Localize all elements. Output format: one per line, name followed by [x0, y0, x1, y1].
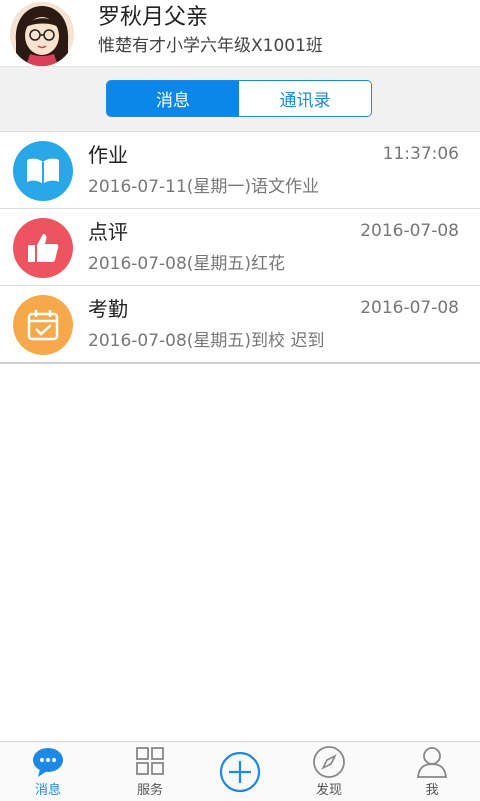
user-name: 罗秋月父亲 — [98, 5, 209, 30]
nav-messages[interactable]: 消息 — [0, 742, 96, 801]
nav-label: 服务 — [136, 783, 163, 798]
item-subtitle: 2016-07-08(星期五)红花 — [88, 254, 286, 274]
item-title: 点评 — [88, 220, 128, 244]
item-subtitle: 2016-07-08(星期五)到校 迟到 — [88, 331, 325, 351]
chat-bubble-icon — [31, 745, 65, 783]
nav-me[interactable]: 我 — [384, 742, 480, 801]
tab-messages[interactable]: 消息 — [107, 81, 239, 116]
list-item-attendance[interactable]: 考勤 2016-07-08 2016-07-08(星期五)到校 迟到 — [0, 286, 480, 364]
segmented-control: 消息 通讯录 — [106, 80, 372, 117]
item-time: 2016-07-08 — [360, 221, 459, 241]
avatar[interactable] — [10, 2, 74, 66]
nav-discover[interactable]: 发现 — [281, 742, 377, 801]
list-item-review[interactable]: 点评 2016-07-08 2016-07-08(星期五)红花 — [0, 209, 480, 286]
tab-contacts[interactable]: 通讯录 — [239, 81, 371, 116]
item-time: 11:37:06 — [382, 144, 459, 164]
tab-bar: 消息 通讯录 — [0, 67, 480, 132]
nav-label: 消息 — [34, 783, 61, 798]
thumbs-up-icon — [13, 218, 73, 278]
nav-add[interactable] — [192, 742, 288, 801]
grid-icon — [134, 745, 166, 781]
compass-icon — [312, 745, 346, 783]
item-title: 作业 — [88, 143, 128, 167]
nav-label: 发现 — [315, 783, 342, 798]
book-icon — [13, 141, 73, 201]
item-title: 考勤 — [88, 297, 128, 321]
bottom-nav: 消息 服务 发现 我 — [0, 741, 480, 801]
user-class: 惟楚有才小学六年级X1001班 — [98, 36, 323, 56]
list-item-homework[interactable]: 作业 11:37:06 2016-07-11(星期一)语文作业 — [0, 132, 480, 209]
message-list: 作业 11:37:06 2016-07-11(星期一)语文作业 点评 2016-… — [0, 132, 480, 364]
nav-label: 我 — [425, 783, 439, 798]
person-icon — [415, 745, 449, 783]
plus-circle-icon — [219, 751, 261, 797]
nav-services[interactable]: 服务 — [102, 742, 198, 801]
calendar-check-icon — [13, 295, 73, 355]
item-time: 2016-07-08 — [360, 298, 459, 318]
item-subtitle: 2016-07-11(星期一)语文作业 — [88, 177, 320, 197]
profile-header: 罗秋月父亲 惟楚有才小学六年级X1001班 — [0, 0, 480, 67]
